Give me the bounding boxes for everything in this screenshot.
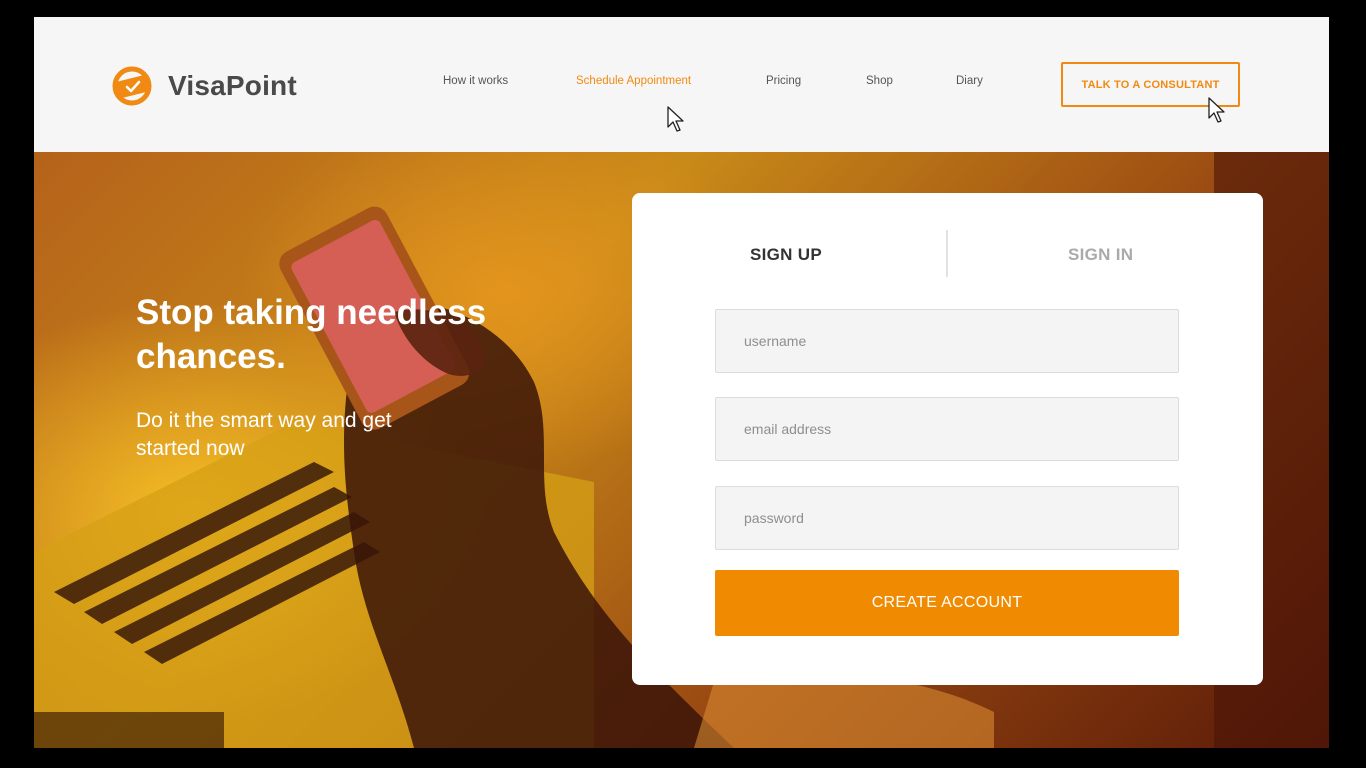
orange-check-badge-icon — [111, 65, 155, 107]
hero-headline: Stop taking needless chances. — [136, 293, 487, 376]
password-field[interactable] — [715, 486, 1179, 550]
logo[interactable]: VisaPoint — [111, 65, 297, 107]
nav-how-it-works[interactable]: How it works — [443, 75, 508, 87]
hero-section: Stop taking needless chances. Do it the … — [34, 152, 1329, 748]
email-field[interactable] — [715, 397, 1179, 461]
signup-card: SIGN UP SIGN IN CREATE ACCOUNT — [632, 193, 1263, 685]
hero-copy: Stop taking needless chances. Do it the … — [136, 291, 516, 463]
mouse-pointer-icon — [1208, 97, 1225, 123]
nav-diary[interactable]: Diary — [956, 75, 983, 87]
tab-sign-in[interactable]: SIGN IN — [1068, 245, 1133, 265]
nav-schedule-appointment[interactable]: Schedule Appointment — [576, 75, 691, 87]
hero-subhead: Do it the smart way and get started now — [136, 409, 392, 460]
tab-divider — [946, 230, 948, 277]
nav-shop[interactable]: Shop — [866, 75, 893, 87]
create-account-button[interactable]: CREATE ACCOUNT — [715, 570, 1179, 636]
nav-pricing[interactable]: Pricing — [766, 75, 801, 87]
username-field[interactable] — [715, 309, 1179, 373]
brand-name: VisaPoint — [168, 70, 297, 101]
tab-sign-up[interactable]: SIGN UP — [750, 245, 822, 265]
mouse-pointer-icon — [667, 106, 684, 132]
